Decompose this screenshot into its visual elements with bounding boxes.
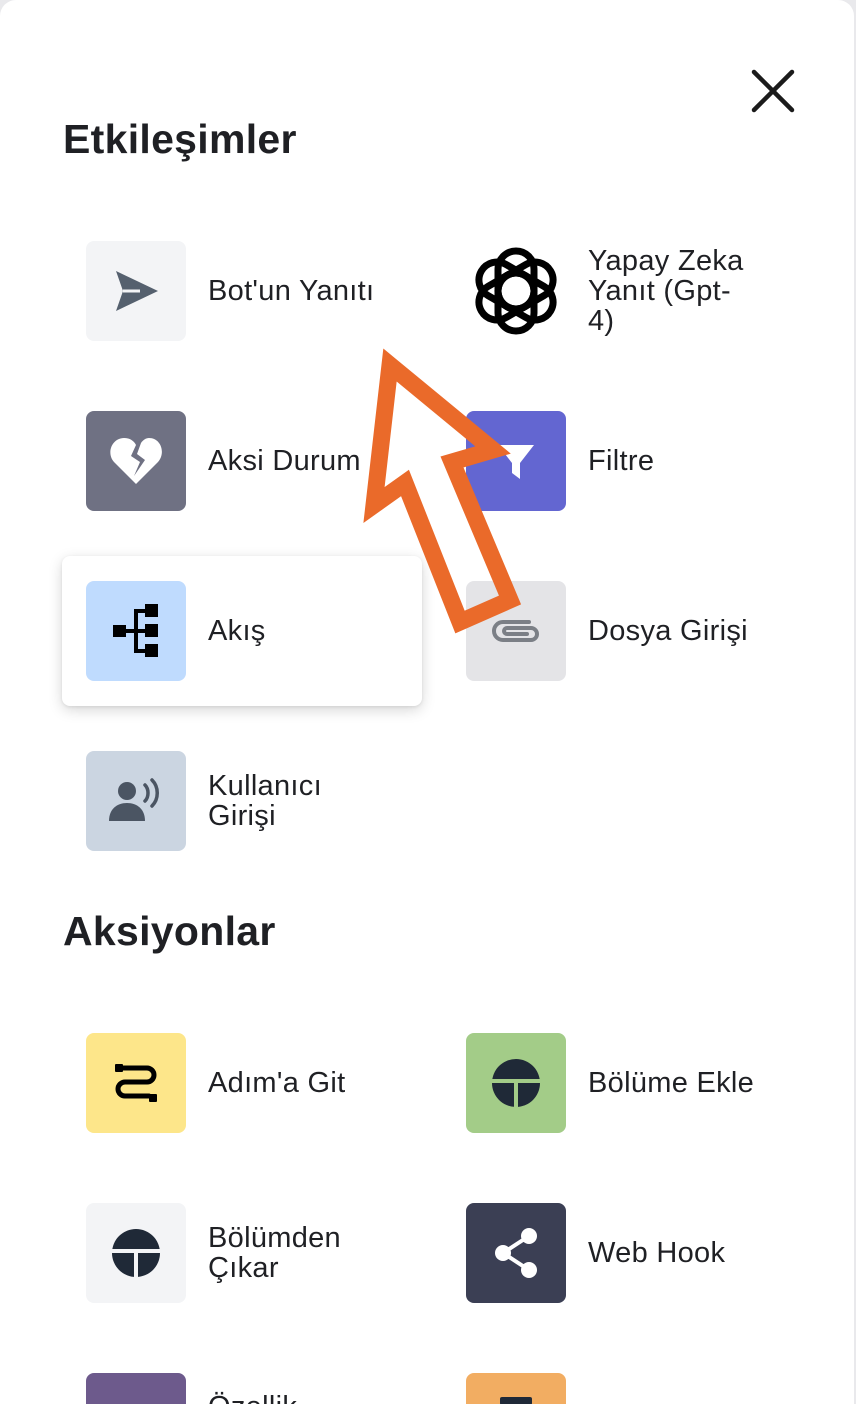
close-button[interactable] [746, 64, 800, 118]
section-title-actions: Aksiyonlar [63, 908, 276, 954]
item-label: Bölüme Ekle [588, 1067, 755, 1099]
item-flow[interactable]: Akış [86, 581, 446, 681]
tile-add-to-section [466, 1033, 566, 1133]
send-icon [116, 271, 158, 311]
share-icon [495, 1228, 537, 1278]
tile-flow [86, 581, 186, 681]
item-add-to-section[interactable]: Bölüme Ekle [466, 1033, 826, 1133]
item-label: Yapay Zeka Yanıt (Gpt- 4) [588, 245, 744, 337]
item-label: Aksi Durum [208, 445, 361, 477]
tile-web-hook [466, 1203, 566, 1303]
route-icon [115, 1064, 157, 1102]
item-file-input[interactable]: Dosya Girişi [466, 581, 826, 681]
broken-heart-icon [110, 438, 162, 484]
tile-remove-from-section [86, 1203, 186, 1303]
item-label: Kullanıcı Girişi [208, 770, 322, 832]
item-label: Özellik [208, 1392, 297, 1404]
interactions-panel: Etkileşimler Bot'un Yanıtı Yapay Zeka Ya… [0, 0, 854, 1404]
tile-property [86, 1373, 186, 1404]
tile-fallback [86, 411, 186, 511]
item-label: Adım'a Git [208, 1067, 346, 1099]
item-ai-response[interactable]: Yapay Zeka Yanıt (Gpt- 4) [466, 241, 826, 341]
filter-icon [498, 445, 534, 479]
section-add-icon [492, 1059, 540, 1107]
item-go-to-step[interactable]: Adım'a Git [86, 1033, 446, 1133]
item-bot-response[interactable]: Bot'un Yanıtı [86, 241, 446, 341]
tile-filter [466, 411, 566, 511]
openai-logo-icon [475, 247, 557, 335]
item-label: Web Hook [588, 1237, 726, 1269]
item-web-hook[interactable]: Web Hook [466, 1203, 826, 1303]
close-icon [751, 69, 795, 113]
item-label: Bölümden Çıkar [208, 1222, 341, 1284]
tile-user-input [86, 751, 186, 851]
item-user-input[interactable]: Kullanıcı Girişi [86, 751, 446, 851]
section-remove-icon [112, 1229, 160, 1277]
flow-tree-icon [113, 604, 158, 657]
item-label: Bot'un Yanıtı [208, 275, 375, 307]
tile-tag [466, 1373, 566, 1404]
section-title-interactions: Etkileşimler [63, 116, 297, 162]
tile-go-to-step [86, 1033, 186, 1133]
item-label: Akış [208, 615, 266, 647]
item-tag[interactable] [466, 1373, 826, 1404]
item-filter[interactable]: Filtre [466, 411, 826, 511]
tile-ai-response [466, 241, 566, 341]
item-fallback[interactable]: Aksi Durum [86, 411, 446, 511]
item-label: Dosya Girişi [588, 615, 748, 647]
item-property[interactable]: Özellik [86, 1373, 446, 1404]
item-label: Filtre [588, 445, 655, 477]
user-voice-icon [109, 778, 159, 821]
item-remove-from-section[interactable]: Bölümden Çıkar [86, 1203, 446, 1303]
paperclip-icon [492, 620, 539, 642]
tile-file-input [466, 581, 566, 681]
tile-bot-response [86, 241, 186, 341]
tag-icon [500, 1397, 532, 1404]
